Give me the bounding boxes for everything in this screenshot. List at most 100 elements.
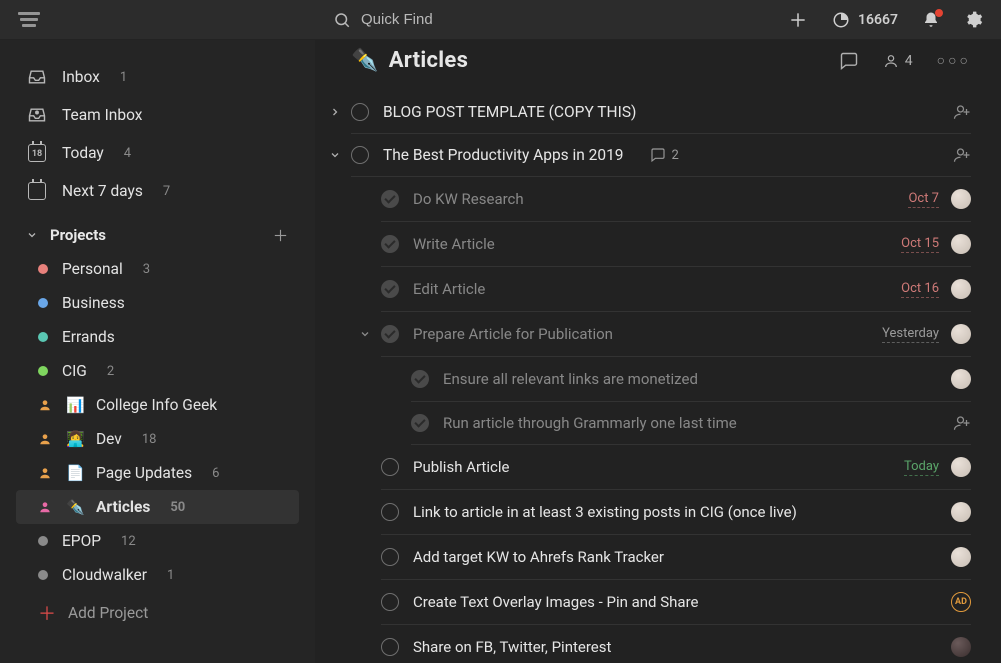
project-emoji: 📄 [66,464,82,482]
page-title: Articles [389,48,469,73]
task-title: Prepare Article for Publication [413,325,613,343]
comment-icon [839,51,859,71]
sidebar-nav-next7days[interactable]: Next 7 days 7 [16,172,299,210]
chevron-down-icon[interactable] [329,149,341,161]
settings-button[interactable] [964,10,983,29]
project-label: College Info Geek [96,396,217,414]
projects-section-header[interactable]: Projects [16,210,299,252]
task-checkbox[interactable] [381,235,399,253]
task-title: Create Text Overlay Images - Pin and Sha… [413,593,698,611]
chevron-right-icon[interactable] [329,106,341,118]
task-due-date[interactable]: Today [904,459,939,476]
quick-add-button[interactable] [788,10,808,30]
assignee-avatar[interactable] [951,279,971,299]
assignee-avatar[interactable] [951,457,971,477]
assign-person-icon[interactable] [953,146,971,164]
task-checkbox[interactable] [411,414,429,432]
notifications-button[interactable] [922,11,940,29]
task-row[interactable]: Publish ArticleToday [381,445,971,490]
task-row[interactable]: Do KW Research Oct 7 [381,177,971,222]
project-count: 2 [107,364,114,379]
more-options-button[interactable]: ○○○ [937,52,971,69]
task-checkbox[interactable] [381,503,399,521]
assign-person-icon[interactable] [953,103,971,121]
task-due-date[interactable]: Oct 15 [901,236,939,253]
task-checkbox[interactable] [381,458,399,476]
sidebar-project-item[interactable]: EPOP 12 [16,524,299,558]
quick-find[interactable] [333,11,561,29]
add-project-icon[interactable] [272,227,289,244]
project-label: EPOP [62,532,101,550]
project-emoji: ✒️ [66,498,82,516]
karma-score[interactable]: 16667 [832,11,898,29]
task-row[interactable]: Share on FB, Twitter, Pinterest [381,625,971,663]
task-title: Ensure all relevant links are monetized [443,370,698,388]
task-title: BLOG POST TEMPLATE (COPY THIS) [383,103,636,121]
search-input[interactable] [361,11,561,28]
assignee-avatar[interactable] [951,369,971,389]
sidebar-project-item[interactable]: ✒️Articles50 [16,490,299,524]
sidebar-nav-today[interactable]: 18 Today 4 [16,134,299,172]
project-count: 12 [121,534,136,549]
task-row[interactable]: Create Text Overlay Images - Pin and Sha… [381,580,971,625]
task-row[interactable]: Prepare Article for Publication Yesterday [381,312,971,357]
task-checkbox[interactable] [381,190,399,208]
task-due-date[interactable]: Yesterday [882,326,939,343]
projects-header-label: Projects [50,226,106,244]
task-checkbox[interactable] [351,146,369,164]
assignee-avatar[interactable] [951,502,971,522]
task-checkbox[interactable] [381,280,399,298]
comments-button[interactable] [839,51,859,71]
sidebar-project-item[interactable]: Personal3 [16,252,299,286]
sidebar-project-item[interactable]: CIG 2 [16,354,299,388]
task-checkbox[interactable] [411,370,429,388]
sidebar-project-item[interactable]: Business [16,286,299,320]
gear-icon [964,10,983,29]
sidebar-project-item[interactable]: Cloudwalker1 [16,558,299,592]
task-checkbox[interactable] [381,593,399,611]
task-comments[interactable]: 2 [650,147,679,163]
task-row[interactable]: BLOG POST TEMPLATE (COPY THIS) [351,91,971,134]
assignee-avatar[interactable] [951,637,971,657]
assignee-avatar[interactable] [951,189,971,209]
plus-icon [788,10,808,30]
sidebar-item-label: Inbox [62,68,100,86]
sidebar-project-item[interactable]: Errands [16,320,299,354]
calendar-week-icon [28,182,46,200]
task-due-date[interactable]: Oct 16 [901,281,939,298]
task-row[interactable]: The Best Productivity Apps in 20192 [351,134,971,177]
task-checkbox[interactable] [381,325,399,343]
task-row[interactable]: Edit ArticleOct 16 [381,267,971,312]
inbox-icon [27,67,47,87]
task-checkbox[interactable] [351,103,369,121]
sidebar-project-item[interactable]: 👩‍💻Dev18 [16,422,299,456]
task-checkbox[interactable] [381,638,399,656]
assignee-avatar[interactable] [951,234,971,254]
task-row[interactable]: Ensure all relevant links are monetized [411,357,971,402]
sidebar-project-item[interactable]: 📄Page Updates6 [16,456,299,490]
task-row[interactable]: Write ArticleOct 15 [381,222,971,267]
task-checkbox[interactable] [381,548,399,566]
share-button[interactable]: 4 [883,53,913,69]
task-title: Do KW Research [413,190,524,208]
assignee-avatar[interactable] [951,547,971,567]
team-inbox-icon [27,105,47,125]
sidebar-project-item[interactable]: 📊College Info Geek [16,388,299,422]
app-logo[interactable] [18,9,40,31]
task-row[interactable]: Run article through Grammarly one last t… [411,402,971,445]
task-due-date[interactable]: Oct 7 [908,191,939,208]
add-project-label: Add Project [68,604,148,622]
project-label: CIG [62,362,87,380]
project-color-dot [38,536,48,546]
task-row[interactable]: Link to article in at least 3 existing p… [381,490,971,535]
sidebar-nav-team-inbox[interactable]: Team Inbox [16,96,299,134]
sidebar-nav-inbox[interactable]: Inbox 1 [16,58,299,96]
add-project-row[interactable]: ＋ Add Project [16,592,299,634]
assignee-avatar[interactable] [951,324,971,344]
project-color-dot [38,264,48,274]
assign-person-icon[interactable] [953,414,971,432]
task-row[interactable]: Add target KW to Ahrefs Rank Tracker [381,535,971,580]
chevron-down-icon[interactable] [359,328,371,340]
assignee-avatar[interactable]: AD [951,592,971,612]
project-count: 6 [212,466,219,481]
